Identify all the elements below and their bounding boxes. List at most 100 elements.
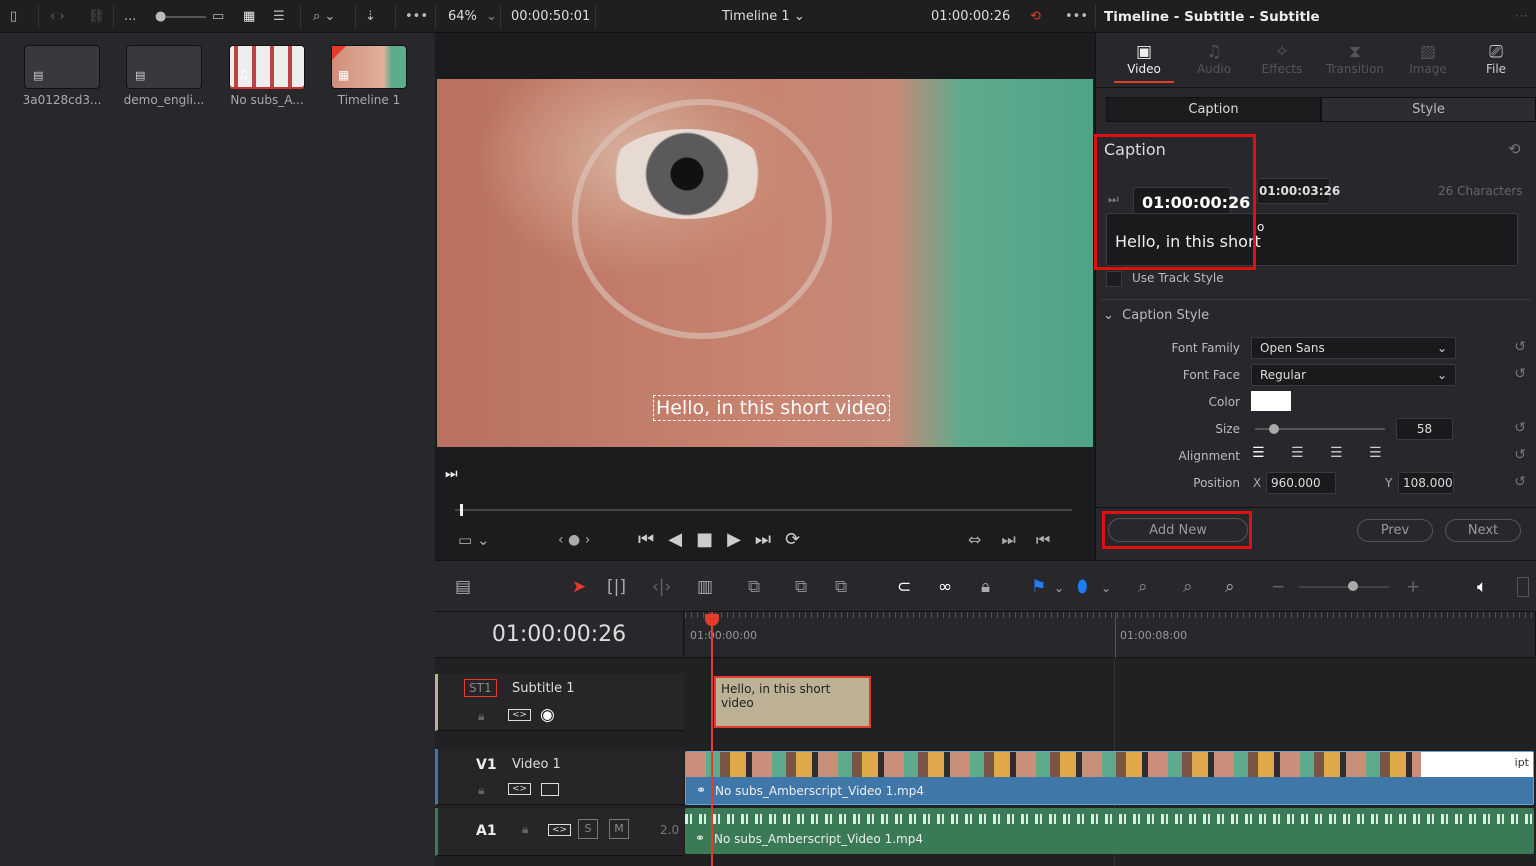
eye-icon[interactable]: ◉ — [540, 705, 555, 725]
timeline-ruler[interactable]: 01:00:00:00 01:00:08:00 — [685, 612, 1536, 658]
track-id-a1[interactable]: A1 — [476, 823, 497, 839]
zoom-in-icon[interactable]: + — [1406, 577, 1420, 597]
auto-select-icon[interactable]: <> — [548, 824, 572, 836]
auto-select-icon[interactable]: <> — [508, 709, 532, 721]
font-family-dropdown[interactable]: Open Sans ⌄ — [1251, 337, 1456, 359]
replace-clip-icon[interactable]: ⧉ — [835, 577, 847, 597]
safe-area-icon[interactable]: ▭ ⌄ — [458, 531, 490, 549]
zoom-full-icon[interactable]: ⌕ — [1138, 577, 1148, 597]
tab-effects[interactable]: ✧ Effects — [1252, 42, 1312, 76]
position-x-input[interactable]: 960.000 — [1266, 472, 1336, 494]
jog-control[interactable]: ‹ ● › — [558, 532, 590, 548]
prev-button[interactable]: Prev — [1357, 519, 1433, 542]
blade-tool-icon[interactable]: ▥ — [697, 577, 713, 597]
caption-duration-timecode[interactable]: 01:00:03:26 — [1257, 178, 1340, 204]
zoom-slider-handle[interactable] — [1348, 581, 1358, 591]
media-clip-name[interactable]: Timeline 1 — [319, 93, 419, 107]
flag-icon[interactable]: ⚑ — [1031, 577, 1046, 597]
first-frame-icon[interactable]: ⏮ — [638, 529, 668, 550]
add-keyframe-icon[interactable]: ⟲ — [1508, 140, 1521, 158]
subtitle-clip[interactable]: Hello, in this short video — [714, 676, 871, 728]
use-track-style-checkbox[interactable] — [1106, 271, 1122, 287]
prev-edit-icon[interactable]: ⏮ — [1036, 530, 1070, 549]
track-id-v1[interactable]: V1 — [476, 757, 497, 773]
loop-icon[interactable]: ⟳ — [785, 529, 814, 550]
media-clip-name[interactable]: demo_engli... — [114, 93, 214, 107]
viewer-more-icon[interactable]: ••• — [1065, 0, 1088, 33]
scrubber-bar[interactable] — [455, 504, 1072, 516]
media-clip-thumbnail[interactable]: ▤ — [126, 45, 202, 89]
video-clip-thumbnail[interactable]: ♫ — [229, 45, 305, 89]
viewer-right-controls[interactable]: ⇔⏭⏮ — [968, 530, 1070, 550]
zoom-slider[interactable] — [1299, 581, 1389, 591]
size-slider[interactable] — [1255, 424, 1385, 434]
metadata-view-icon[interactable]: ▭ — [212, 0, 224, 33]
marker-icon[interactable]: ⬮ — [1077, 577, 1088, 597]
reverse-icon[interactable]: ◀ — [668, 529, 696, 550]
timeline-clip-thumbnail[interactable]: ▦ — [331, 45, 407, 89]
zoom-custom-icon[interactable]: ⌕ — [1225, 577, 1235, 597]
next-edit-icon[interactable]: ⏭ — [1001, 530, 1035, 549]
grid-view-icon[interactable]: ▦ — [243, 0, 255, 33]
playhead[interactable] — [705, 612, 719, 866]
snapping-icon[interactable]: ⊂ — [897, 577, 911, 597]
zoom-level[interactable]: 64% — [448, 0, 477, 33]
reset-icon[interactable]: ↺ — [1514, 474, 1526, 490]
tab-audio[interactable]: ♫ Audio — [1184, 42, 1244, 76]
size-input[interactable]: 58 — [1396, 418, 1453, 440]
media-clip-thumbnail[interactable]: ▤ — [24, 45, 100, 89]
media-clip-name[interactable]: 3a0128cd3... — [12, 93, 112, 107]
media-clip-name[interactable]: No subs_A... — [217, 93, 317, 107]
search-icon[interactable]: ⌕ ⌄ — [313, 0, 335, 33]
chevron-down-icon[interactable]: ⌄ — [1101, 581, 1111, 595]
reset-icon[interactable]: ↺ — [1514, 447, 1526, 463]
tab-video[interactable]: ▣ Video — [1114, 42, 1174, 83]
reset-icon[interactable]: ↺ — [1514, 420, 1526, 436]
toggle-panel-icon[interactable]: ▯ — [10, 0, 17, 33]
pool-more-button[interactable]: ... — [124, 0, 136, 33]
trim-tool-icon[interactable]: [|] — [607, 577, 626, 597]
reset-icon[interactable]: ↺ — [1514, 366, 1526, 382]
zoom-detail-icon[interactable]: ⌕ — [1183, 577, 1193, 597]
timeline-selector[interactable]: Timeline 1 ⌄ — [722, 0, 805, 33]
subtab-caption[interactable]: Caption — [1106, 97, 1321, 122]
font-face-dropdown[interactable]: Regular ⌄ — [1251, 364, 1456, 386]
alignment-buttons[interactable]: ☰ ☰ ☰ ☰ — [1252, 445, 1382, 461]
audio-clip[interactable]: ⚭ No subs_Amberscript_Video 1.mp4 — [685, 808, 1534, 854]
solo-button[interactable]: S — [578, 819, 598, 839]
linked-selection-icon[interactable]: ∞ — [938, 577, 952, 597]
chevron-down-icon[interactable]: ⌄ — [486, 0, 497, 33]
volume-icon[interactable]: 🔈︎ — [1477, 577, 1487, 597]
list-view-icon[interactable]: ☰ — [273, 0, 285, 33]
next-button[interactable]: Next — [1445, 519, 1521, 542]
play-icon[interactable]: ▶ — [727, 529, 755, 550]
selection-tool-icon[interactable]: ➤ — [572, 577, 586, 597]
sort-icon[interactable]: ⇣ — [365, 0, 376, 33]
auto-select-icon[interactable]: <> — [508, 783, 532, 795]
sync-icon[interactable]: ⟲ — [1030, 0, 1041, 33]
video-clip[interactable]: ipt ⚭ No subs_Amberscript_Video 1.mp4 — [685, 751, 1534, 805]
zoom-out-icon[interactable]: − — [1271, 577, 1285, 597]
last-frame-icon[interactable]: ⏭ — [755, 529, 785, 550]
reset-icon[interactable]: ↺ — [1514, 339, 1526, 355]
overwrite-clip-icon[interactable]: ⧉ — [795, 577, 807, 597]
mute-button[interactable]: M — [609, 819, 629, 839]
scrubber-handle[interactable] — [460, 504, 463, 516]
chevron-down-icon[interactable]: ⌄ — [1054, 581, 1064, 595]
position-y-input[interactable]: 108.000 — [1398, 472, 1454, 494]
more-icon[interactable]: ••• — [405, 0, 428, 33]
tab-file[interactable]: ⎚ File — [1466, 42, 1526, 76]
next-clip-icon[interactable]: ⏭ — [445, 466, 458, 482]
track-output-icon[interactable] — [541, 783, 559, 796]
nav-arrows-icon[interactable]: ‹ › — [50, 0, 65, 33]
track-name[interactable]: Video 1 — [512, 757, 561, 772]
stop-icon[interactable]: ■ — [696, 529, 727, 550]
caption-style-header[interactable]: ⌄ Caption Style — [1103, 308, 1209, 323]
lock-icon[interactable]: 🔒︎ — [478, 783, 484, 798]
timeline-view-options-icon[interactable]: ▤ — [455, 577, 471, 597]
dynamic-trim-icon[interactable]: ‹|› — [652, 577, 671, 597]
tab-image[interactable]: ▨ Image — [1398, 42, 1458, 76]
inspector-more-icon[interactable]: ⋯ — [1515, 0, 1528, 33]
size-slider-handle[interactable] — [1269, 424, 1279, 434]
insert-clip-icon[interactable]: ⧉ — [748, 577, 760, 597]
